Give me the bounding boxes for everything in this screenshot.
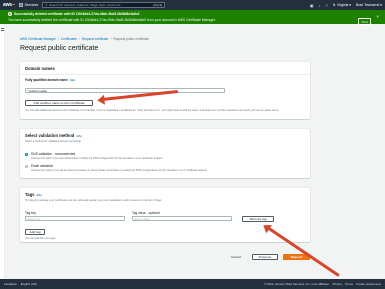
validation-method-panel: Select validation method Info Select a m… — [20, 128, 310, 178]
validation-header: Select validation method — [25, 133, 75, 138]
chevron-right-icon: › — [78, 37, 80, 41]
tag-limit-note: You can add 49 more tags. — [25, 237, 56, 240]
aws-logo[interactable]: aws⌣ — [3, 2, 15, 8]
email-validation-desc: Choose this option if you do not have pe… — [31, 168, 208, 172]
services-label: Services — [24, 3, 39, 7]
info-link[interactable]: Info — [37, 193, 42, 197]
previous-button[interactable]: Previous — [252, 254, 278, 260]
email-validation-label[interactable]: Email validation — [31, 164, 207, 168]
domain-names-panel: Domain names Fully qualified domain name… — [20, 61, 310, 119]
chevron-right-icon: › — [57, 37, 59, 41]
grid-icon — [18, 3, 23, 7]
breadcrumb-current: Request public certificate — [113, 37, 150, 41]
check-circle-icon: ✓ — [8, 12, 12, 16]
fqdn-input[interactable]: *.tiotfrio.media — [25, 88, 225, 93]
language-selector[interactable]: English (US) — [21, 282, 37, 286]
feedback-link[interactable]: Feedback — [4, 282, 17, 286]
search-icon: ⚲ — [45, 3, 48, 7]
tags-header: Tags — [25, 192, 35, 197]
tags-panel: Tags Info To help you manage your certif… — [20, 187, 310, 242]
privacy-link[interactable]: Privacy — [333, 282, 342, 286]
breadcrumb-acm[interactable]: AWS Certificate Manager — [20, 37, 56, 41]
panel-header: Select validation method Info — [20, 129, 310, 138]
flash-message: You have successfully deleted the certif… — [8, 17, 216, 22]
add-name-hint: You can add additional names to this cer… — [25, 109, 279, 112]
account-menu[interactable]: Brad Townsend ▾ — [356, 3, 382, 7]
close-icon[interactable]: × — [376, 14, 379, 19]
view-certificate-button[interactable]: View — [358, 18, 371, 25]
cancel-button[interactable]: Cancel — [228, 254, 244, 260]
tag-value-input[interactable]: Enter value — [132, 216, 232, 221]
dns-validation-radio[interactable] — [25, 153, 28, 156]
tags-description: To help you manage your certificates you… — [25, 199, 162, 202]
collapsed-sidebar — [0, 24, 5, 279]
search-placeholder: Search for services, features, blogs, do… — [49, 3, 121, 7]
help-icon[interactable]: ? — [326, 3, 328, 8]
breadcrumb: AWS Certificate Manager › Certificates ›… — [20, 37, 149, 41]
bell-icon[interactable]: ♪ — [319, 3, 321, 8]
chevron-right-icon: › — [110, 37, 112, 41]
breadcrumb-request-certificate[interactable]: Request certificate — [82, 37, 108, 41]
top-navigation: aws⌣ Services ⚲ Search for services, fea… — [0, 0, 385, 10]
hamburger-icon[interactable] — [1, 28, 4, 31]
success-flash: ✓ Successfully deleted certificate with … — [0, 10, 385, 25]
region-selector[interactable]: N. Virginia ▾ — [333, 3, 351, 7]
dns-validation-desc: Choose this option if you are authorized… — [31, 156, 164, 160]
copyright: © 2022, Amazon Web Services, Inc. or its… — [264, 282, 330, 286]
cookie-preferences-link[interactable]: Cookie preferences — [356, 282, 381, 286]
tag-key-label: Tag key — [25, 211, 36, 215]
fqdn-label: Fully qualified domain name — [25, 78, 68, 82]
tag-key-input[interactable]: Enter key — [25, 216, 125, 221]
services-menu[interactable]: Services — [18, 3, 39, 7]
panel-header: Tags Info — [20, 188, 310, 197]
add-another-name-button[interactable]: Add another name to this certificate — [25, 100, 93, 106]
footer: Feedback English (US) © 2022, Amazon Web… — [0, 279, 385, 289]
tag-value-label: Tag value - optional — [132, 211, 160, 215]
search-input[interactable]: ⚲ Search for services, features, blogs, … — [42, 2, 166, 8]
panel-header: Domain names — [20, 62, 310, 75]
info-link[interactable]: Info — [77, 134, 82, 138]
search-shortcut: [Alt+S] — [153, 3, 163, 7]
cloudshell-icon[interactable]: ▣ — [310, 3, 314, 8]
info-link[interactable]: Info — [70, 78, 75, 82]
email-validation-radio[interactable] — [25, 165, 28, 168]
flash-title: Successfully deleted certificate with ID… — [14, 12, 140, 16]
dns-validation-label[interactable]: DNS validation - recommended — [31, 152, 163, 156]
remove-tag-button[interactable]: Remove tag — [242, 216, 274, 222]
page-title: Request public certificate — [20, 45, 99, 52]
terms-link[interactable]: Terms — [345, 282, 353, 286]
add-tag-button[interactable]: Add tag — [25, 229, 45, 235]
validation-description: Select a method for validating domain ow… — [25, 140, 82, 143]
breadcrumb-certificates[interactable]: Certificates — [61, 37, 77, 41]
